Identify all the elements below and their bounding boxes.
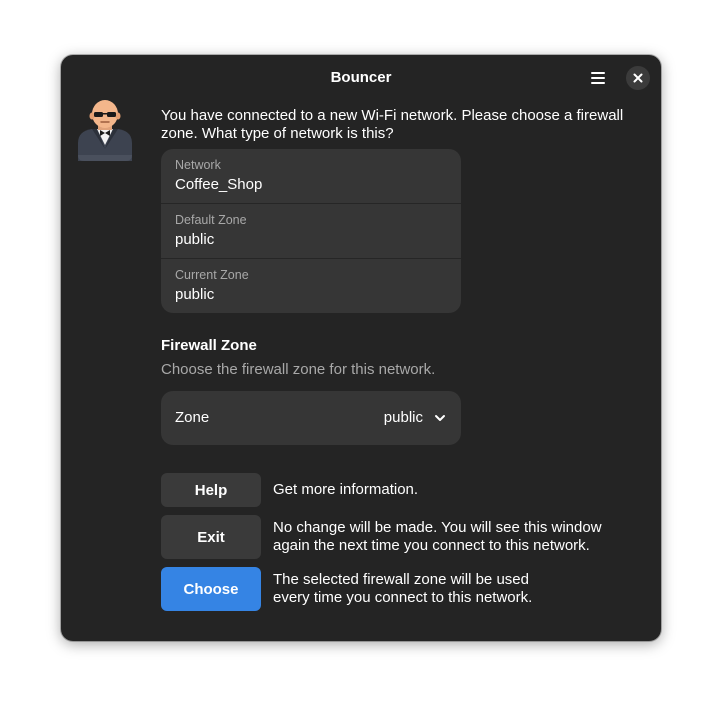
close-button[interactable] [626,66,650,90]
close-icon [633,73,643,83]
choose-description: The selected firewall zone will be used … [273,571,533,606]
zone-selected-value: public [383,409,423,426]
firewall-zone-subtitle: Choose the firewall zone for this networ… [161,361,436,378]
zone-dropdown[interactable]: Zone public [161,391,461,445]
chevron-down-icon [435,415,445,421]
bouncer-avatar-icon [78,100,132,161]
window-title: Bouncer [330,69,392,86]
choose-button-label: Choose [183,580,239,598]
default-zone-label: Default Zone [175,213,247,227]
network-label: Network [175,158,221,172]
network-row: Network Coffee_Shop [161,149,461,204]
choose-button[interactable]: Choose [161,567,261,611]
exit-description: No change will be made. You will see thi… [273,519,602,554]
main-menu-button[interactable] [583,66,613,90]
firewall-zone-heading: Firewall Zone [161,337,257,354]
bouncer-window: Bouncer You have connected to a new Wi-F… [61,55,661,641]
exit-button-label: Exit [197,528,225,546]
help-button[interactable]: Help [161,473,261,507]
help-button-label: Help [194,481,228,499]
zone-label: Zone [175,409,210,426]
title-bar: Bouncer [61,55,661,101]
default-zone-row: Default Zone public [161,203,461,258]
exit-button[interactable]: Exit [161,515,261,559]
current-zone-row: Current Zone public [161,258,461,313]
network-value: Coffee_Shop [175,176,263,193]
default-zone-value: public [175,231,215,248]
intro-text: You have connected to a new Wi-Fi networ… [161,107,624,142]
current-zone-label: Current Zone [175,268,249,282]
current-zone-value: public [175,286,215,303]
network-info-card: Network Coffee_Shop Default Zone public … [161,149,461,313]
hamburger-menu-icon [591,72,605,84]
help-description: Get more information. [273,481,419,498]
